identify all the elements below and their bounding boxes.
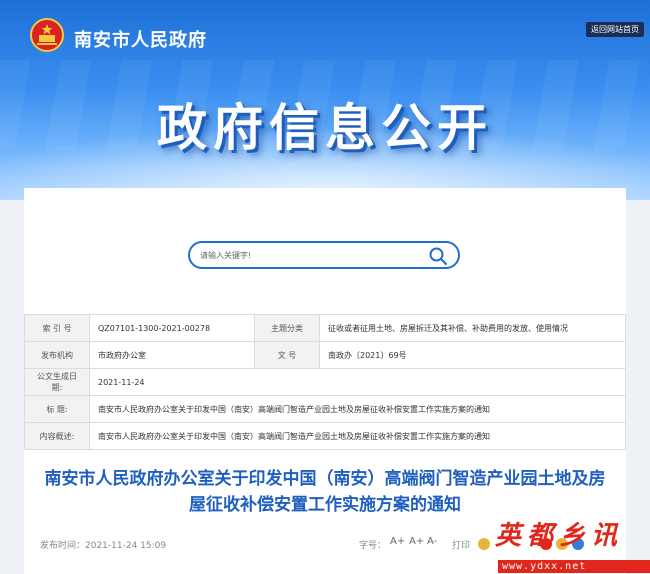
search-box[interactable]: 请输入关键字! — [188, 241, 460, 269]
title-label: 标 题: — [24, 395, 90, 423]
watermark-url: www.ydxx.net — [498, 560, 650, 573]
table-row: 公文生成日期: 2021-11-24 — [24, 368, 626, 396]
watermark-text: 英都乡讯 — [495, 521, 624, 551]
font-large-button[interactable]: A+ — [390, 536, 405, 547]
org-value: 市政府办公室 — [89, 341, 255, 369]
document-meta-table: 索 引 号 QZ07101-1300-2021-00278 主题分类 征收或者征… — [24, 314, 626, 450]
share-icon[interactable] — [478, 538, 490, 550]
publish-time: 发布时间：2021-11-24 15:09 — [40, 541, 167, 551]
table-row: 发布机构 市政府办公室 文 号 南政办〔2021〕69号 — [24, 341, 626, 369]
summary-value: 南安市人民政府办公室关于印发中国（南安）高端阀门智造产业园土地及房屋征收补偿安置… — [89, 422, 626, 450]
back-home-button[interactable]: 返回网站首页 — [586, 22, 644, 37]
article-title: 南安市人民政府办公室关于印发中国（南安）高端阀门智造产业园土地及房 屋征收补偿安… — [30, 466, 620, 518]
org-label: 发布机构 — [24, 341, 90, 369]
article-title-line-1: 南安市人民政府办公室关于印发中国（南安）高端阀门智造产业园土地及房 — [44, 469, 606, 489]
date-value: 2021-11-24 — [89, 368, 626, 396]
national-emblem-icon[interactable] — [30, 18, 64, 52]
category-value: 征收或者征用土地、房屋拆迁及其补偿、补助费用的发放、使用情况 — [319, 314, 626, 342]
summary-label: 内容概述: — [24, 422, 90, 450]
date-label: 公文生成日期: — [24, 368, 90, 396]
print-button[interactable]: 打印 — [452, 538, 470, 551]
index-value: QZ07101-1300-2021-00278 — [89, 314, 255, 342]
docno-label: 文 号 — [254, 341, 320, 369]
table-row: 内容概述: 南安市人民政府办公室关于印发中国（南安）高端阀门智造产业园土地及房屋… — [24, 422, 626, 450]
table-row: 标 题: 南安市人民政府办公室关于印发中国（南安）高端阀门智造产业园土地及房屋征… — [24, 395, 626, 423]
category-label: 主题分类 — [254, 314, 320, 342]
font-small-button[interactable]: A- — [427, 536, 437, 547]
site-name[interactable]: 南安市人民政府 — [74, 26, 207, 52]
index-label: 索 引 号 — [24, 314, 90, 342]
docno-value: 南政办〔2021〕69号 — [319, 341, 626, 369]
font-medium-button[interactable]: A+ — [409, 536, 424, 547]
font-size-label: 字号： — [359, 541, 387, 551]
hero-title: 政府信息公开 — [157, 99, 493, 157]
title-value: 南安市人民政府办公室关于印发中国（南安）高端阀门智造产业园土地及房屋征收补偿安置… — [89, 395, 626, 423]
search-input[interactable]: 请输入关键字! — [200, 250, 251, 261]
table-row: 索 引 号 QZ07101-1300-2021-00278 主题分类 征收或者征… — [24, 314, 626, 342]
search-icon[interactable] — [428, 246, 448, 266]
